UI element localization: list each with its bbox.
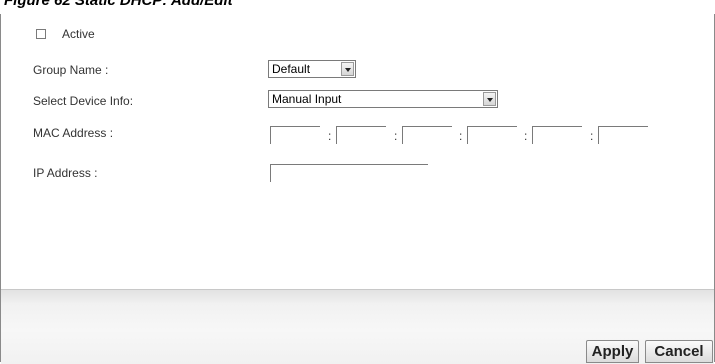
active-label: Active: [62, 27, 95, 41]
select-device-info-label: Select Device Info:: [33, 94, 134, 108]
select-device-info-value: Manual Input: [272, 92, 342, 106]
mac-octet-6-input[interactable]: [598, 126, 648, 144]
mac-octet-1-input[interactable]: [270, 126, 320, 144]
group-name-select[interactable]: Default: [268, 60, 356, 78]
mac-separator: :: [590, 129, 594, 143]
chevron-down-icon[interactable]: [341, 62, 354, 76]
ip-address-label: IP Address :: [33, 166, 98, 180]
ip-address-input[interactable]: [270, 164, 428, 182]
active-checkbox[interactable]: [36, 29, 46, 39]
mac-address-label: MAC Address :: [33, 126, 114, 140]
mac-separator: :: [394, 129, 398, 143]
mac-separator: :: [524, 129, 528, 143]
mac-octet-2-input[interactable]: [336, 126, 386, 144]
apply-button[interactable]: Apply: [586, 340, 639, 363]
chevron-down-icon[interactable]: [483, 92, 496, 106]
select-device-info-select[interactable]: Manual Input: [268, 90, 498, 108]
figure-title: Figure 62 Static DHCP: Add/Edit: [4, 0, 233, 9]
mac-separator: :: [459, 129, 463, 143]
mac-octet-3-input[interactable]: [402, 126, 452, 144]
group-name-value: Default: [272, 62, 311, 76]
group-name-label: Group Name :: [33, 63, 109, 77]
cancel-button[interactable]: Cancel: [645, 340, 713, 363]
mac-octet-4-input[interactable]: [467, 126, 517, 144]
mac-octet-5-input[interactable]: [532, 126, 582, 144]
mac-separator: :: [328, 129, 332, 143]
